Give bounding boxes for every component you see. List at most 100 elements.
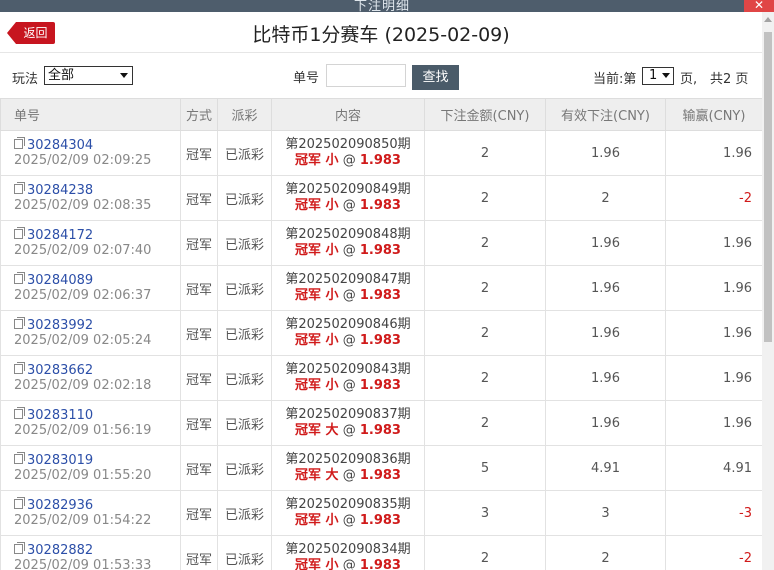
win-loss-cell: 1.96	[665, 355, 763, 401]
search-button[interactable]: 查找	[412, 65, 459, 90]
table-row: 30283019 2025/02/09 01:55:20 冠军 已派彩 第2025020…	[0, 445, 763, 491]
payout-status-cell: 已派彩	[217, 220, 272, 266]
valid-bet-cell: 1.96	[545, 400, 666, 446]
win-loss-cell: -2	[665, 175, 763, 221]
copy-doc-icon[interactable]	[14, 137, 25, 149]
copy-doc-icon[interactable]	[14, 407, 25, 419]
play-type-select[interactable]: 全部	[44, 66, 133, 85]
table-row: 30283110 2025/02/09 01:56:19 冠军 已派彩 第2025020…	[0, 400, 763, 446]
mode-cell: 冠军	[180, 130, 218, 176]
order-number-label: 单号	[293, 71, 320, 86]
order-id-link[interactable]: 30282936	[27, 498, 93, 513]
period-text: 第202502090836期	[285, 452, 411, 467]
valid-bet-cell: 1.96	[545, 130, 666, 176]
at-symbol: @	[342, 333, 356, 348]
valid-bet-cell: 1.96	[545, 265, 666, 311]
window-title-strip: 下注明细 ✕	[0, 0, 774, 14]
order-id-link[interactable]: 30282882	[27, 543, 93, 558]
copy-doc-icon[interactable]	[14, 452, 25, 464]
column-header-mode[interactable]: 方式	[180, 98, 218, 131]
copy-doc-icon[interactable]	[14, 542, 25, 554]
column-header-payout-status[interactable]: 派彩	[217, 98, 272, 131]
payout-status-cell: 已派彩	[217, 490, 272, 536]
payout-status-cell: 已派彩	[217, 400, 272, 446]
payout-status-cell: 已派彩	[217, 130, 272, 176]
order-timestamp: 2025/02/09 02:02:18	[14, 378, 152, 393]
column-header-order-number[interactable]: 单号	[0, 98, 181, 131]
order-id-link[interactable]: 30283110	[27, 408, 93, 423]
table-row: 30283662 2025/02/09 02:02:18 冠军 已派彩 第2025020…	[0, 355, 763, 401]
copy-doc-icon[interactable]	[14, 182, 25, 194]
order-number-input[interactable]	[326, 64, 406, 87]
copy-doc-icon[interactable]	[14, 317, 25, 329]
copy-doc-icon[interactable]	[14, 497, 25, 509]
at-symbol: @	[342, 243, 356, 258]
order-id-link[interactable]: 30283662	[27, 363, 93, 378]
pick-text: 冠军 小	[295, 333, 339, 348]
pick-text: 冠军 小	[295, 378, 339, 393]
valid-bet-cell: 2	[545, 535, 666, 570]
column-header-valid-bet[interactable]: 有效下注(CNY)	[545, 98, 666, 131]
copy-doc-icon[interactable]	[14, 362, 25, 374]
order-id-link[interactable]: 30283019	[27, 453, 93, 468]
period-text: 第202502090849期	[285, 182, 411, 197]
mode-cell: 冠军	[180, 355, 218, 401]
mode-cell: 冠军	[180, 400, 218, 446]
play-type-label: 玩法	[12, 72, 39, 87]
win-loss-cell: 1.96	[665, 130, 763, 176]
order-timestamp: 2025/02/09 02:06:37	[14, 288, 152, 303]
content-cell: 第202502090836期 冠军 大 @ 1.983	[271, 445, 425, 491]
scroll-up-icon[interactable]	[764, 17, 772, 22]
mode-cell: 冠军	[180, 310, 218, 356]
order-id-link[interactable]: 30283992	[27, 318, 93, 333]
table-row: 30283992 2025/02/09 02:05:24 冠军 已派彩 第2025020…	[0, 310, 763, 356]
valid-bet-cell: 2	[545, 175, 666, 221]
pick-text: 冠军 大	[295, 468, 339, 483]
copy-doc-icon[interactable]	[14, 227, 25, 239]
order-timestamp: 2025/02/09 02:09:25	[14, 153, 152, 168]
page-select[interactable]: 1	[642, 67, 674, 85]
order-cell: 30283662 2025/02/09 02:02:18	[0, 355, 181, 401]
period-text: 第202502090835期	[285, 497, 411, 512]
bet-amount-cell: 2	[424, 400, 546, 446]
bet-amount-cell: 2	[424, 535, 546, 570]
table-row: 30284172 2025/02/09 02:07:40 冠军 已派彩 第2025020…	[0, 220, 763, 266]
period-text: 第202502090843期	[285, 362, 411, 377]
table-row: 30282882 2025/02/09 01:53:33 冠军 已派彩 第2025020…	[0, 535, 763, 570]
order-id-link[interactable]: 30284304	[27, 138, 93, 153]
content-cell: 第202502090843期 冠军 小 @ 1.983	[271, 355, 425, 401]
valid-bet-cell: 1.96	[545, 355, 666, 401]
order-cell: 30282882 2025/02/09 01:53:33	[0, 535, 181, 570]
order-timestamp: 2025/02/09 01:55:20	[14, 468, 152, 483]
column-header-win-loss[interactable]: 输赢(CNY)	[665, 98, 763, 131]
copy-doc-icon[interactable]	[14, 272, 25, 284]
at-symbol: @	[342, 198, 356, 213]
win-loss-cell: 1.96	[665, 400, 763, 446]
bet-amount-cell: 2	[424, 310, 546, 356]
pick-text: 冠军 小	[295, 153, 339, 168]
table-row: 30282936 2025/02/09 01:54:22 冠军 已派彩 第2025020…	[0, 490, 763, 536]
odds-text: 1.983	[359, 243, 401, 258]
order-id-link[interactable]: 30284172	[27, 228, 93, 243]
vertical-scrollbar[interactable]	[762, 12, 774, 570]
close-button[interactable]: ✕	[744, 0, 774, 12]
column-header-bet-amount[interactable]: 下注金额(CNY)	[424, 98, 546, 131]
order-cell: 30282936 2025/02/09 01:54:22	[0, 490, 181, 536]
scrollbar-thumb[interactable]	[764, 32, 772, 342]
win-loss-cell: 1.96	[665, 310, 763, 356]
mode-cell: 冠军	[180, 175, 218, 221]
mode-cell: 冠军	[180, 265, 218, 311]
valid-bet-cell: 1.96	[545, 220, 666, 266]
odds-text: 1.983	[359, 378, 401, 393]
table-row: 30284089 2025/02/09 02:06:37 冠军 已派彩 第2025020…	[0, 265, 763, 311]
valid-bet-cell: 1.96	[545, 310, 666, 356]
content-cell: 第202502090848期 冠军 小 @ 1.983	[271, 220, 425, 266]
column-header-content[interactable]: 内容	[271, 98, 425, 131]
order-id-link[interactable]: 30284089	[27, 273, 93, 288]
page-select-value: 1	[649, 68, 658, 83]
order-id-link[interactable]: 30284238	[27, 183, 93, 198]
order-timestamp: 2025/02/09 01:56:19	[14, 423, 152, 438]
filter-bar: 玩法 全部 单号 查找 当前:第 1 页, 共2 页	[0, 52, 762, 98]
pick-text: 冠军 小	[295, 513, 339, 528]
payout-status-cell: 已派彩	[217, 310, 272, 356]
